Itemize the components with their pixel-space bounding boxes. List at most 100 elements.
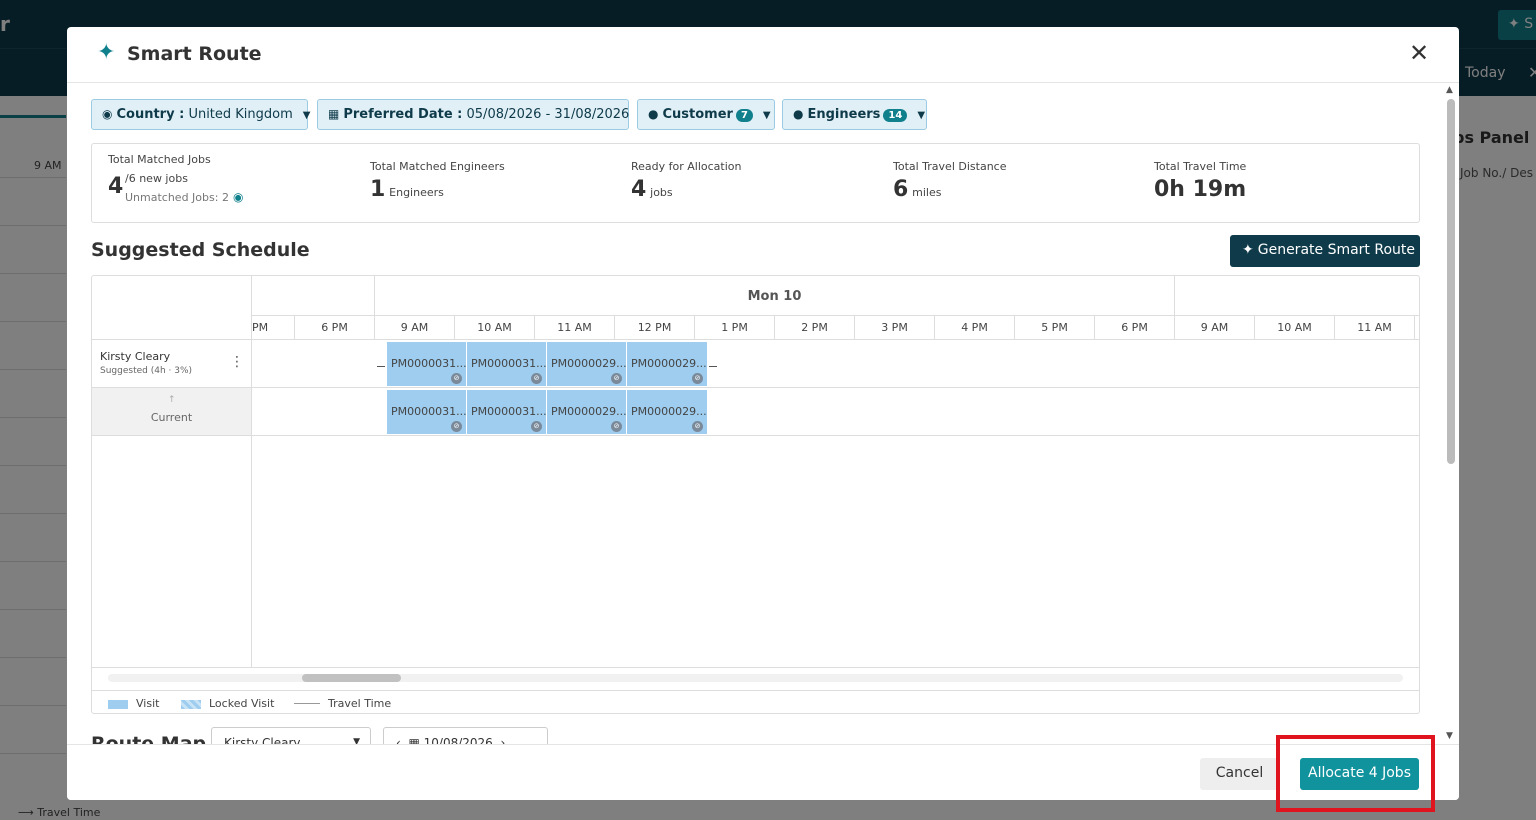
hour-cell: 9 AM	[375, 316, 455, 340]
customer-filter[interactable]: ● Customer 7 ▼	[637, 99, 775, 130]
modal-body[interactable]: ◉ Country : United Kingdom ▼ ▦ Preferred Da…	[67, 83, 1459, 744]
country-filter[interactable]: ◉ Country : United Kingdom ▼	[91, 99, 310, 130]
route-engineer-select[interactable]: Kirsty Cleary ▼	[211, 727, 371, 744]
stat-travel-distance: Total Travel Distance 6 miles	[893, 160, 1007, 202]
engineers-count-badge: 14	[883, 109, 908, 122]
hour-cell: 11 AM	[535, 316, 615, 340]
engineer-current-row: ↑ Current	[92, 388, 252, 436]
person-icon: ●	[793, 107, 804, 121]
schedule-day-row: Mon 10	[252, 276, 1419, 316]
close-icon[interactable]: ✕	[1409, 41, 1429, 65]
hour-cell: 6 PM	[295, 316, 375, 340]
eye-icon[interactable]: ◉	[233, 190, 243, 204]
day-cell-previous	[252, 276, 375, 316]
smart-route-modal: ✦ Smart Route ✕ ◉ Country : United Kingdo…	[67, 27, 1459, 800]
preferred-date-filter[interactable]: ▦ Preferred Date : 05/08/2026 - 31/08/202…	[317, 99, 647, 130]
country-filter-value: United Kingdom	[188, 107, 293, 122]
lock-icon: ⊘	[531, 373, 542, 384]
unmatched-jobs-label: Unmatched Jobs: 2 ◉	[125, 190, 244, 204]
job-block[interactable]: PM0000029... ⊘	[627, 342, 707, 386]
stat-matched-jobs: Total Matched Jobs 4 /6 new jobs Unmatch…	[108, 153, 244, 204]
legend-visit: Visit	[108, 697, 159, 710]
lock-icon: ⊘	[692, 373, 703, 384]
schedule-hour-row: PM 6 PM 9 AM 10 AM 11 AM 12 PM 1 PM 2 PM 3 PM 4 P…	[252, 316, 1419, 340]
hour-cell: 11 AM	[1335, 316, 1415, 340]
cancel-button[interactable]: Cancel	[1200, 758, 1279, 790]
schedule-legend: Visit Locked Visit Travel Time	[92, 690, 1419, 713]
generate-smart-route-button[interactable]: ✦ Generate Smart Route	[1230, 235, 1420, 267]
highlight-box	[1276, 735, 1435, 812]
suggested-lane: PM0000031... ⊘ PM0000031... ⊘ PM0000029...…	[252, 340, 1419, 388]
more-options-icon[interactable]: ⋮	[230, 354, 244, 370]
job-block[interactable]: PM0000031... ⊘	[387, 342, 467, 386]
schedule-resource-header	[92, 276, 252, 340]
job-block[interactable]: PM0000031... ⊘	[387, 390, 467, 434]
sparkle-icon: ✦	[97, 40, 116, 65]
legend-locked-visit: Locked Visit	[181, 697, 274, 710]
globe-icon: ◉	[102, 107, 113, 121]
stat-ready-allocation: Ready for Allocation 4 jobs	[631, 160, 742, 202]
current-lane: PM0000031... ⊘ PM0000031... ⊘ PM0000029...…	[252, 388, 1419, 436]
hour-cell: 10 AM	[455, 316, 535, 340]
job-block[interactable]: PM0000031... ⊘	[467, 342, 547, 386]
route-map-title: Route Map	[91, 733, 207, 744]
summary-stats: Total Matched Jobs 4 /6 new jobs Unmatch…	[91, 143, 1420, 223]
engineer-row-kirsty-cleary[interactable]: Kirsty Cleary Suggested (4h · 3%) ⋮	[92, 340, 252, 388]
lock-icon: ⊘	[451, 421, 462, 432]
day-cell-mon-10: Mon 10	[375, 276, 1175, 316]
horizontal-scrollbar-thumb[interactable]	[302, 674, 401, 682]
caret-down-icon: ▼	[917, 110, 926, 121]
hour-cell: 5 PM	[1015, 316, 1095, 340]
engineer-suggested-label: Suggested (4h · 3%)	[100, 366, 193, 376]
job-block[interactable]: PM0000029... ⊘	[547, 342, 627, 386]
calendar-icon: ▦	[328, 107, 340, 121]
modal-title: Smart Route	[127, 43, 262, 65]
route-date-picker[interactable]: ‹ ▦ 10/08/2026 ›	[383, 727, 548, 744]
hour-cell: 2 PM	[775, 316, 855, 340]
schedule-grid[interactable]: Mon 10 PM 6 PM 9 AM 10 AM 11 AM 12 PM 1 PM 2 PM…	[91, 275, 1420, 714]
chevron-right-icon[interactable]: ›	[500, 736, 505, 744]
lock-icon: ⊘	[451, 373, 462, 384]
stat-travel-time: Total Travel Time 0h 19m	[1154, 160, 1247, 202]
hour-cell: 9 AM	[1175, 316, 1255, 340]
customer-count-badge: 7	[735, 109, 753, 122]
lock-icon: ⊘	[611, 421, 622, 432]
job-block[interactable]: PM0000029... ⊘	[627, 390, 707, 434]
job-block[interactable]: PM0000031... ⊘	[467, 390, 547, 434]
hour-cell: PM	[252, 316, 295, 340]
arrow-up-icon: ↑	[168, 395, 176, 405]
engineers-filter[interactable]: ● Engineers 14 ▼	[782, 99, 927, 130]
calendar-icon: ▦	[408, 736, 420, 744]
current-label: Current	[150, 411, 193, 424]
hour-cell: 10 AM	[1255, 316, 1335, 340]
chevron-left-icon[interactable]: ‹	[396, 736, 401, 744]
hour-cell: 6 PM	[1095, 316, 1175, 340]
modal-header: ✦ Smart Route ✕	[67, 27, 1459, 83]
scroll-down-arrow-icon[interactable]: ▼	[1446, 731, 1453, 741]
modal-footer: Cancel Allocate 4 Jobs	[67, 744, 1459, 800]
schedule-resource-empty	[92, 436, 252, 667]
travel-time-marker	[377, 366, 385, 367]
hour-cell: 1 PM	[695, 316, 775, 340]
scroll-up-arrow-icon[interactable]: ▲	[1446, 85, 1453, 95]
hour-cell: 12 PM	[615, 316, 695, 340]
caret-down-icon: ▼	[762, 110, 771, 121]
hour-cell: 4 PM	[935, 316, 1015, 340]
legend-travel-time: Travel Time	[294, 697, 391, 710]
day-cell-next	[1175, 276, 1419, 316]
hour-cell: 3 PM	[855, 316, 935, 340]
caret-down-icon: ▼	[353, 737, 360, 744]
vertical-scrollbar-thumb[interactable]	[1447, 99, 1455, 464]
new-jobs-label: /6 new jobs	[125, 172, 188, 185]
lock-icon: ⊘	[692, 421, 703, 432]
engineer-name: Kirsty Cleary	[100, 350, 171, 363]
preferred-date-value: 05/08/2026 - 31/08/2026	[466, 107, 630, 122]
sparkle-icon: ✦	[1242, 242, 1254, 258]
suggested-schedule-title: Suggested Schedule	[91, 239, 310, 261]
schedule-bottom-divider	[92, 667, 1419, 668]
lock-icon: ⊘	[531, 421, 542, 432]
lock-icon: ⊘	[611, 373, 622, 384]
job-block[interactable]: PM0000029... ⊘	[547, 390, 627, 434]
travel-time-marker	[709, 366, 717, 367]
stat-matched-engineers: Total Matched Engineers 1 Engineers	[370, 160, 505, 202]
